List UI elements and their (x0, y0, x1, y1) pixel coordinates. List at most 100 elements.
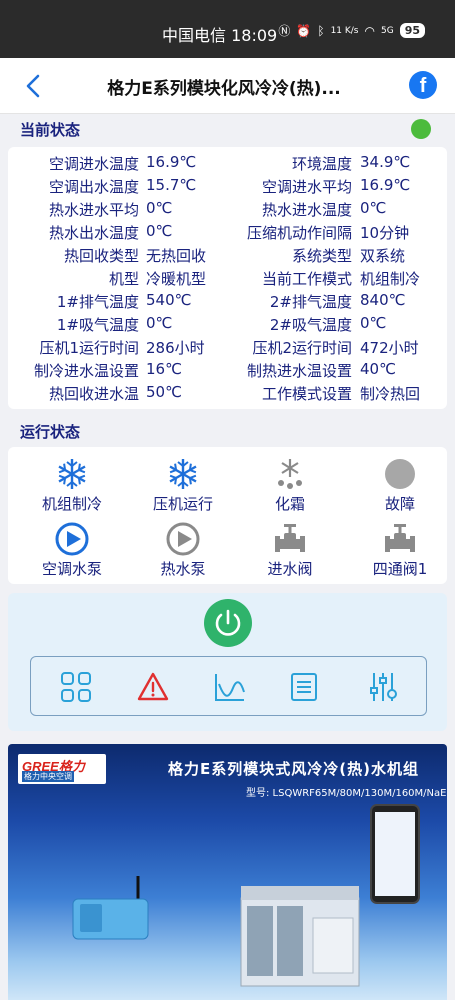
param-row: 热回收类型 无热回收 系统类型 双系统 (8, 243, 447, 266)
run-status-card: 机组制冷 压机运行 化霜 故障 空调水泵 热水泵 进水阀 四通阀1 (8, 447, 447, 584)
param-row: 1#吸气温度 0℃ 2#吸气温度 0℃ (8, 312, 447, 335)
valve-icon (273, 522, 307, 556)
chiller-unit-image (240, 886, 360, 987)
signal-label: 5G (380, 25, 394, 36)
facebook-share-icon[interactable]: f (409, 71, 437, 99)
param-value: 16℃ (146, 360, 182, 378)
page-title: 格力E系列模块化风冷冷(热)... (107, 79, 341, 99)
run-status-label: 进水阀 (267, 560, 313, 578)
run-status-label: 化霜 (274, 495, 305, 513)
param-value: 0℃ (146, 199, 173, 217)
param-label: 制冷进水温设置 (33, 362, 139, 380)
run-status-label: 机组制冷 (41, 495, 102, 513)
param-row: 热水进水平均 0℃ 热水进水温度 0℃ (8, 197, 447, 220)
param-label: 2#吸气温度 (269, 316, 352, 334)
power-icon (215, 609, 241, 636)
gree-logo: GREE格力 格力中央空调 (18, 754, 106, 784)
alarm-clock-icon: ⏰ (296, 23, 312, 38)
param-label: 当前工作模式 (261, 270, 352, 288)
valve-icon (383, 522, 417, 556)
run-status-label: 压机运行 (152, 495, 213, 513)
snowflake-icon (55, 457, 89, 491)
param-value: 制冷热回 (360, 385, 421, 403)
defrost-icon (273, 457, 307, 491)
param-label: 热回收类型 (63, 247, 139, 265)
param-label: 热水进水平均 (48, 201, 139, 219)
current-status-card: 空调进水温度 16.9℃ 环境温度 34.9℃ 空调出水温度 15.7℃ 空调进水平均 16.… (8, 147, 447, 409)
param-label: 热水出水温度 (48, 224, 139, 242)
param-label: 空调出水温度 (48, 178, 139, 196)
param-value: 0℃ (146, 222, 173, 240)
brand-subtitle: 格力中央空调 (22, 771, 74, 782)
param-label: 热回收进水温 (48, 385, 139, 403)
param-label: 1#排气温度 (56, 293, 139, 311)
alarm-icon[interactable] (136, 670, 170, 704)
param-value: 40℃ (360, 360, 396, 378)
param-row: 热回收进水温 50℃ 工作模式设置 制冷热回 (8, 381, 447, 404)
system-indicators: Ⓝ ⏰ ᛒ 11 K/s ◠ 5G 95 (278, 22, 425, 39)
control-panel (8, 593, 447, 731)
fault-icon (383, 457, 417, 491)
run-status-item: 化霜 (240, 457, 340, 514)
back-arrow-icon[interactable] (22, 72, 46, 100)
param-row: 机型 冷暖机型 当前工作模式 机组制冷 (8, 266, 447, 289)
param-row: 热水出水温度 0℃ 压缩机动作间隔 10分钟 (8, 220, 447, 243)
param-label: 压机1运行时间 (39, 339, 139, 357)
param-value: 冷暖机型 (146, 270, 207, 288)
power-button[interactable] (204, 599, 252, 647)
snowflake-icon (166, 457, 200, 491)
param-row: 压机1运行时间 286小时 压机2运行时间 472小时 (8, 335, 447, 358)
banner-model: 型号: LSQWRF65M/80M/130M/160M/NaE (246, 788, 447, 799)
param-value: 15.7℃ (146, 176, 197, 194)
param-value: 472小时 (360, 339, 419, 357)
grid-icon[interactable] (59, 670, 93, 704)
battery-indicator: 95 (399, 23, 425, 38)
param-value: 50℃ (146, 383, 182, 401)
nfc-icon: Ⓝ (278, 24, 291, 38)
run-status-item: 空调水泵 (22, 522, 122, 579)
param-value: 0℃ (146, 314, 173, 332)
param-row: 空调出水温度 15.7℃ 空调进水平均 16.9℃ (8, 174, 447, 197)
param-value: 双系统 (360, 247, 406, 265)
gateway-device-image (72, 876, 149, 940)
carrier-time: 中国电信 18:09 (162, 26, 278, 45)
pump-icon (166, 522, 200, 556)
param-label: 环境温度 (291, 155, 352, 173)
param-value: 机组制冷 (360, 270, 421, 288)
param-value: 840℃ (360, 291, 406, 309)
current-status-title: 当前状态 (20, 121, 81, 139)
chart-icon[interactable] (213, 670, 247, 704)
bluetooth-icon: ᛒ (317, 23, 325, 38)
param-label: 空调进水平均 (261, 178, 352, 196)
system-status-bar: 中国电信 18:09 Ⓝ ⏰ ᛒ 11 K/s ◠ 5G 95 (0, 0, 455, 58)
run-status-item: 压机运行 (133, 457, 233, 514)
param-value: 286小时 (146, 339, 205, 357)
param-label: 2#排气温度 (269, 293, 352, 311)
app-header: 格力E系列模块化风冷冷(热)... f (0, 58, 455, 114)
param-label: 工作模式设置 (261, 385, 352, 403)
param-value: 0℃ (360, 199, 387, 217)
run-status-item: 四通阀1 (350, 522, 450, 579)
settings-sliders-icon[interactable] (366, 670, 400, 704)
param-row: 制冷进水温设置 16℃ 制热进水温设置 40℃ (8, 358, 447, 381)
run-status-title: 运行状态 (20, 423, 81, 441)
run-status-item: 故障 (350, 457, 450, 514)
param-label: 系统类型 (291, 247, 352, 265)
run-status-label: 故障 (384, 495, 415, 513)
param-label: 压缩机动作间隔 (246, 224, 352, 242)
param-label: 空调进水温度 (48, 155, 139, 173)
function-toolbar (30, 656, 427, 716)
wifi-icon: ◠ (364, 23, 375, 38)
param-value: 34.9℃ (360, 153, 411, 171)
param-row: 1#排气温度 540℃ 2#排气温度 840℃ (8, 289, 447, 312)
param-value: 16.9℃ (146, 153, 197, 171)
banner-title: 格力E系列模块式风冷冷(热)水机组 (168, 760, 419, 778)
online-status-indicator (411, 119, 431, 139)
param-row: 空调进水温度 16.9℃ 环境温度 34.9℃ (8, 151, 447, 174)
param-label: 制热进水温设置 (246, 362, 352, 380)
param-label: 机型 (108, 270, 139, 288)
product-banner[interactable]: GREE格力 格力中央空调 格力E系列模块式风冷冷(热)水机组 型号: LSQW… (8, 744, 447, 1000)
run-status-item: 进水阀 (240, 522, 340, 579)
list-icon[interactable] (287, 670, 321, 704)
run-status-label: 四通阀1 (372, 560, 428, 578)
